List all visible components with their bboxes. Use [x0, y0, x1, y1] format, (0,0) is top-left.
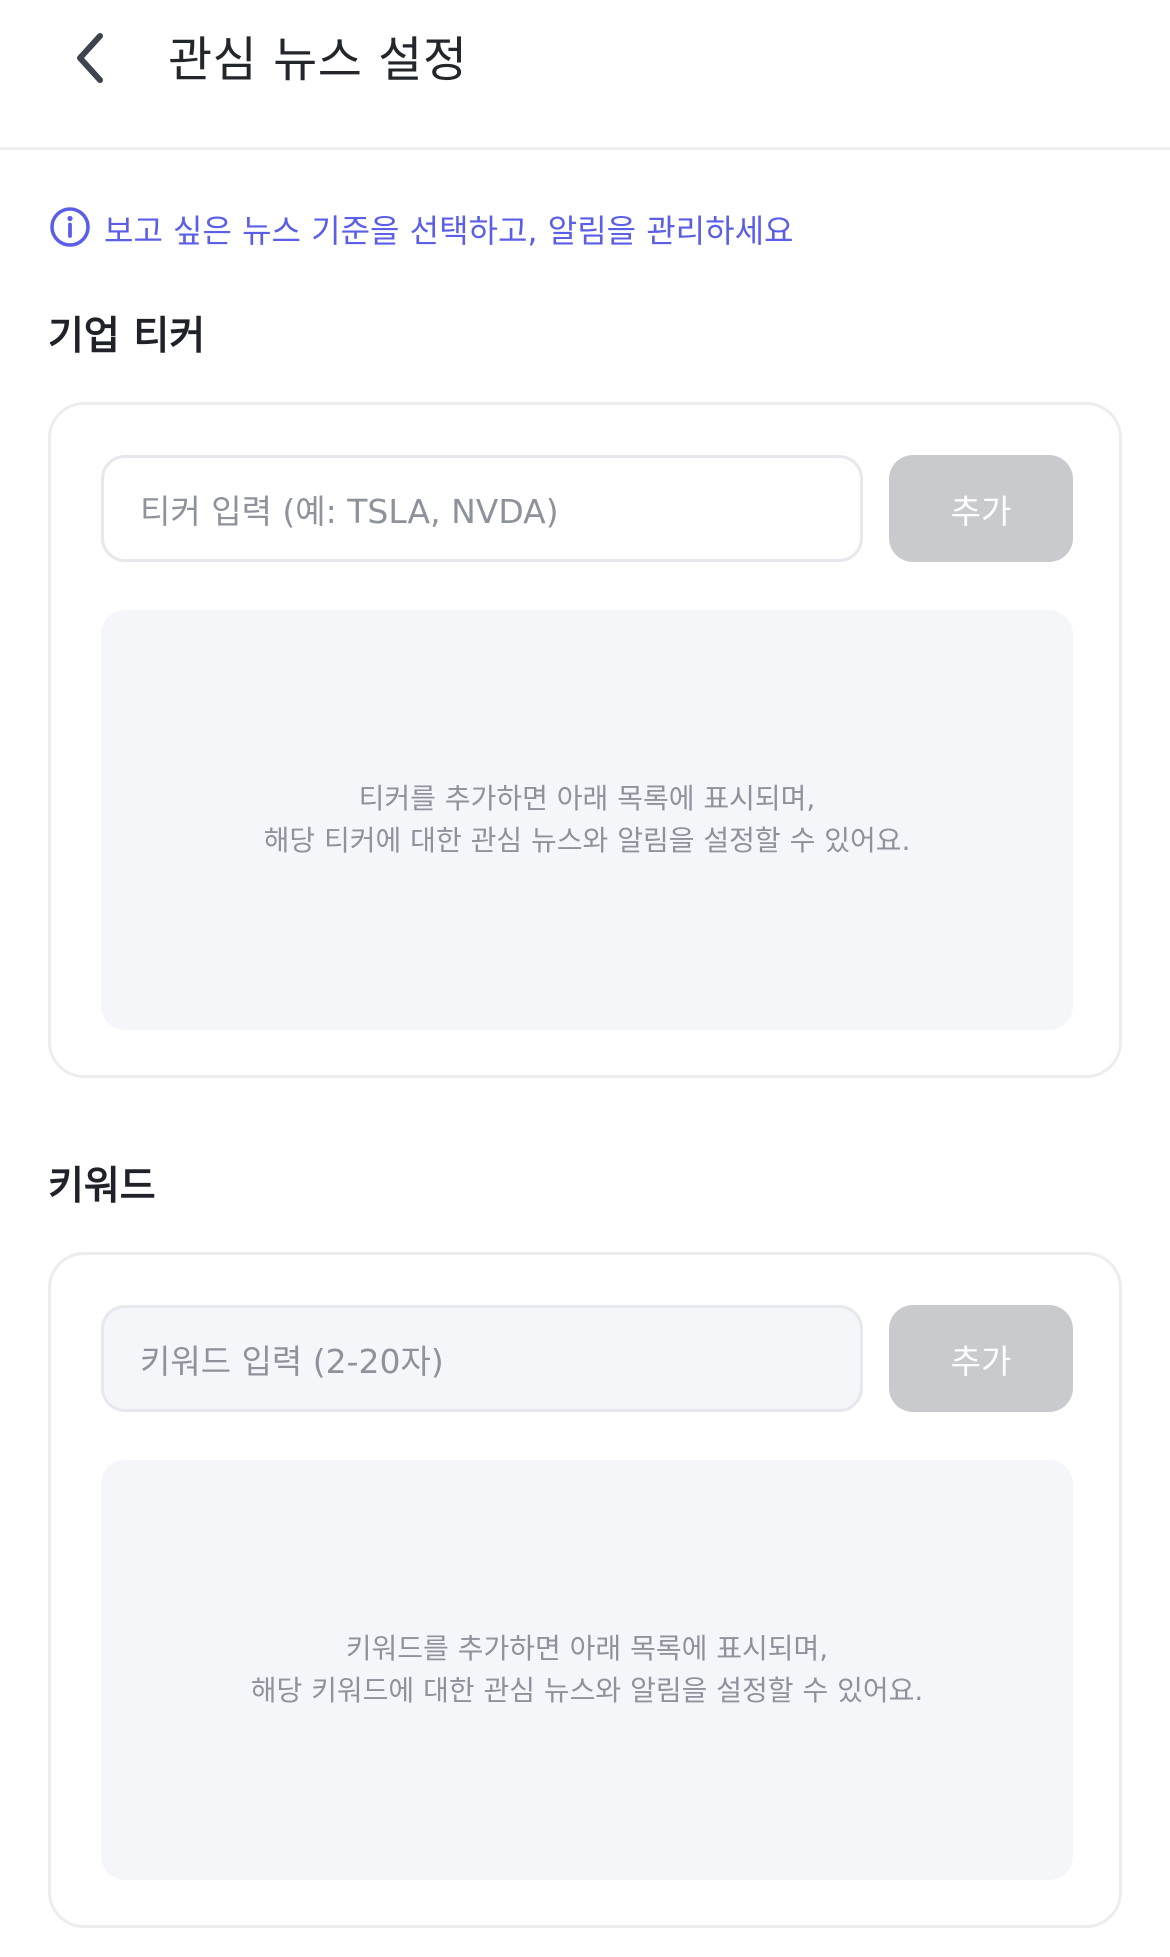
ticker-card: 티커 입력 (예: TSLA, NVDA) 추가 티커를 추가하면 아래 목록에…: [48, 402, 1122, 1078]
page-title: 관심 뉴스 설정: [168, 32, 468, 88]
keyword-empty-line1: 키워드를 추가하면 아래 목록에 표시되며,: [345, 1632, 829, 1665]
ticker-empty-line1: 티커를 추가하면 아래 목록에 표시되며,: [358, 782, 816, 815]
app-header: 관심 뉴스 설정: [0, 0, 1170, 150]
back-button[interactable]: [60, 25, 120, 95]
keyword-add-button[interactable]: 추가: [889, 1305, 1073, 1412]
info-notice: 보고 싶은 뉴스 기준을 선택하고, 알림을 관리하세요: [48, 205, 793, 253]
info-text: 보고 싶은 뉴스 기준을 선택하고, 알림을 관리하세요: [104, 212, 794, 250]
keyword-card: 키워드 입력 (2-20자) 추가 키워드를 추가하면 아래 목록에 표시되며,…: [48, 1252, 1122, 1928]
keyword-section-title: 키워드: [48, 1164, 156, 1209]
keyword-input[interactable]: 키워드 입력 (2-20자): [101, 1305, 863, 1412]
ticker-section-title: 기업 티커: [48, 314, 206, 359]
chevron-left-icon: [70, 30, 110, 90]
ticker-add-button[interactable]: 추가: [889, 455, 1073, 562]
keyword-empty-line2: 해당 키워드에 대한 관심 뉴스와 알림을 설정할 수 있어요.: [250, 1674, 924, 1707]
ticker-empty-line2: 해당 티커에 대한 관심 뉴스와 알림을 설정할 수 있어요.: [263, 824, 911, 857]
ticker-input[interactable]: 티커 입력 (예: TSLA, NVDA): [101, 455, 863, 562]
info-circle-icon: [48, 205, 92, 253]
ticker-empty-state: 티커를 추가하면 아래 목록에 표시되며, 해당 티커에 대한 관심 뉴스와 알…: [101, 610, 1073, 1030]
keyword-empty-state: 키워드를 추가하면 아래 목록에 표시되며, 해당 키워드에 대한 관심 뉴스와…: [101, 1460, 1073, 1880]
